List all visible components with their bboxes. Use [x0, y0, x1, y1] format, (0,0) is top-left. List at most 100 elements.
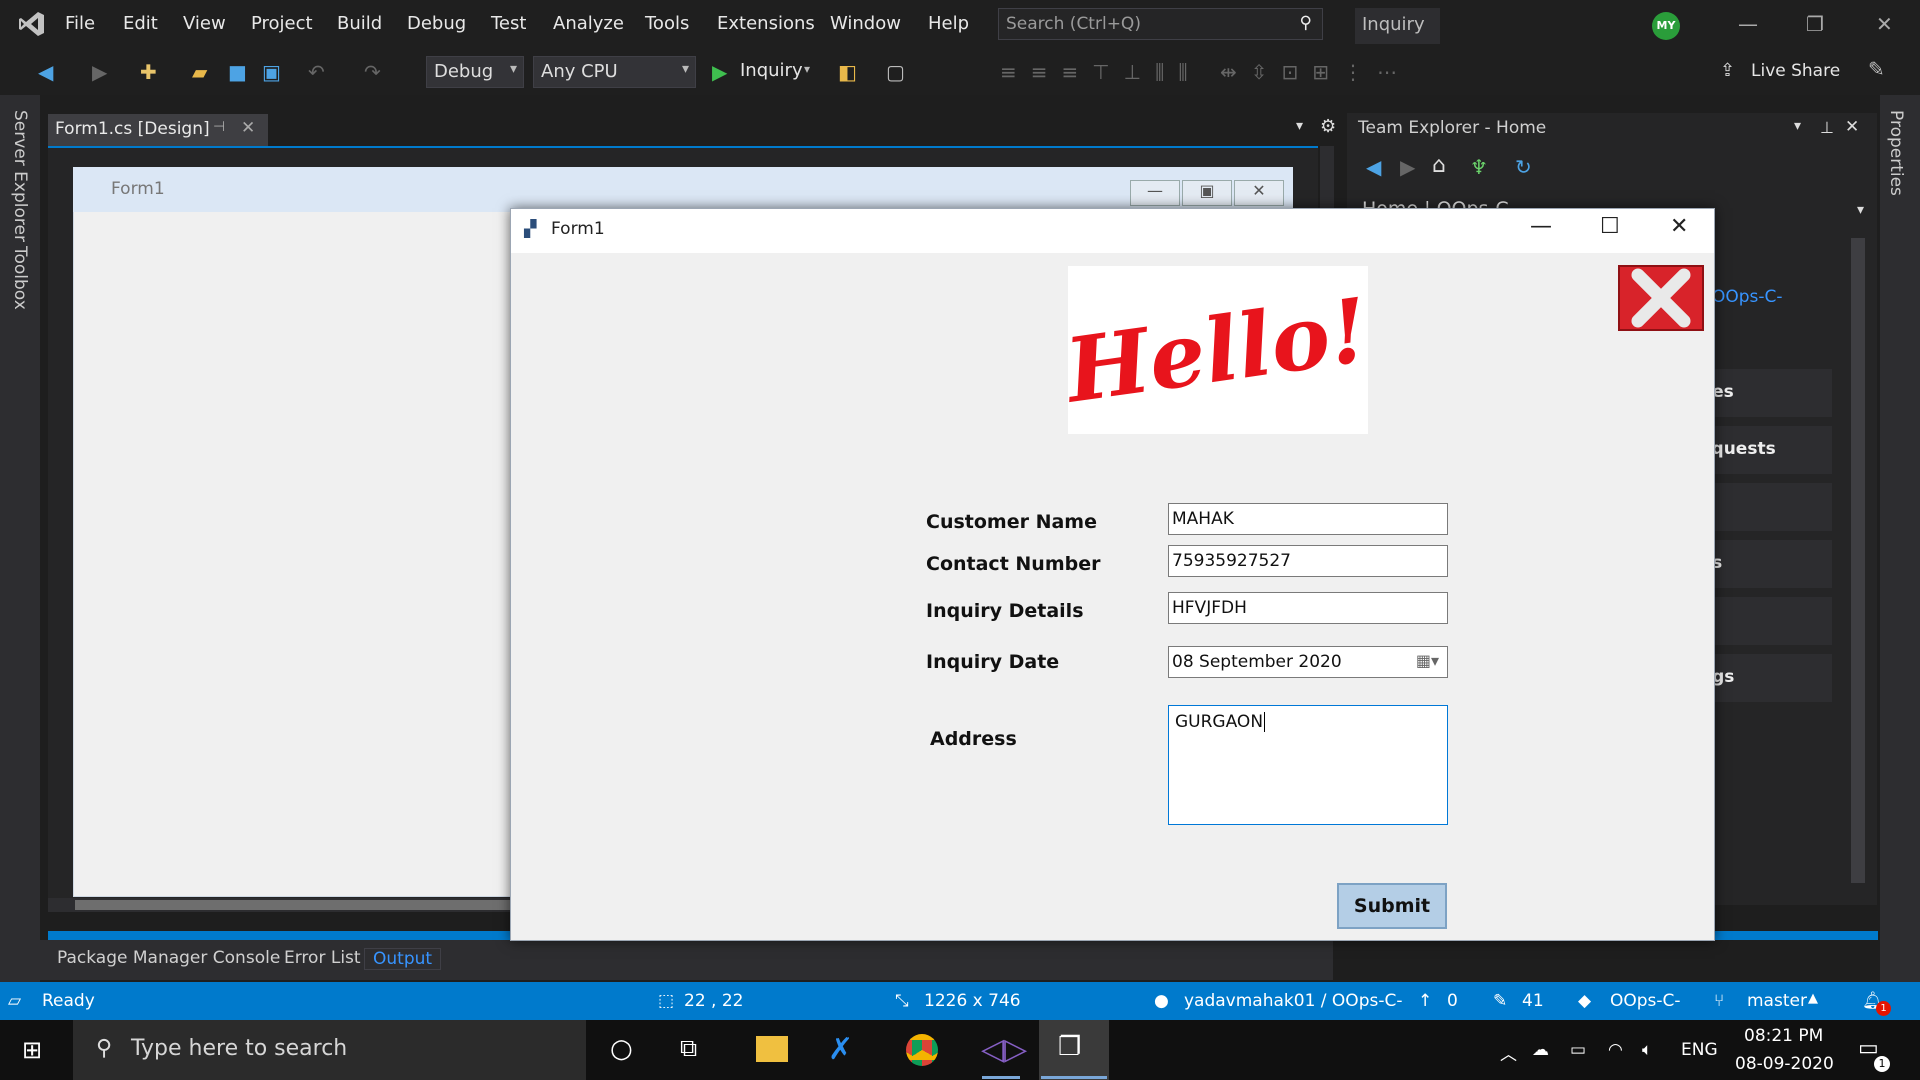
- panel-pin-icon[interactable]: ⊥: [1820, 118, 1834, 137]
- properties-tab[interactable]: Properties: [1886, 110, 1906, 196]
- file-explorer-icon[interactable]: [756, 1036, 788, 1062]
- tab-output[interactable]: Output: [364, 948, 442, 970]
- onedrive-icon[interactable]: ☁: [1532, 1040, 1549, 1060]
- te-item-blank-2[interactable]: [1700, 597, 1832, 645]
- inquiry-details-field[interactable]: HFVJFDH: [1168, 592, 1448, 624]
- inquiry-date-picker[interactable]: 08 September 2020 ▦▾: [1168, 646, 1448, 678]
- taskbar-search[interactable]: Type here to search: [73, 1020, 586, 1080]
- panel-close-icon[interactable]: ✕: [1845, 117, 1859, 137]
- save-all-icon[interactable]: ▣: [262, 60, 281, 84]
- status-changes-count[interactable]: 41: [1522, 991, 1544, 1011]
- form1-maximize-icon[interactable]: ☐: [1600, 214, 1620, 239]
- avatar[interactable]: MY: [1652, 12, 1680, 40]
- task-view-icon[interactable]: ⧉: [680, 1034, 697, 1062]
- redo-icon[interactable]: ↷: [364, 60, 381, 84]
- browser-link-icon[interactable]: ◧: [838, 60, 857, 84]
- layout-align-icons: ≡≡≡⊤⊥⫼⫼: [1000, 60, 1202, 84]
- run-icon[interactable]: ▶: [712, 60, 727, 84]
- menu-build[interactable]: Build: [337, 13, 382, 34]
- menu-debug[interactable]: Debug: [407, 13, 466, 34]
- server-explorer-tab[interactable]: Server Explorer: [10, 110, 30, 242]
- status-branch[interactable]: master: [1747, 991, 1807, 1011]
- save-icon[interactable]: ■: [228, 60, 247, 84]
- menu-help[interactable]: Help: [928, 13, 969, 34]
- open-folder-icon[interactable]: ▰: [192, 60, 207, 84]
- menu-view[interactable]: View: [183, 13, 226, 34]
- menu-file[interactable]: File: [65, 13, 95, 34]
- tray-chevron-icon[interactable]: ︿: [1500, 1040, 1517, 1065]
- run-dropdown-icon[interactable]: ▾: [804, 62, 810, 76]
- new-project-icon[interactable]: ✚: [140, 60, 157, 84]
- menu-project[interactable]: Project: [251, 13, 313, 34]
- tab-form1-design[interactable]: Form1.cs [Design] ⊣ ✕: [48, 114, 268, 146]
- menu-extensions[interactable]: Extensions: [717, 13, 815, 34]
- customer-name-field[interactable]: MAHAK: [1168, 503, 1448, 535]
- te-sync-item[interactable]: ns: [1700, 540, 1832, 588]
- scroll-thumb[interactable]: [75, 900, 525, 910]
- restore-icon[interactable]: ❐: [1806, 12, 1824, 36]
- screenshot-icon[interactable]: ▢: [886, 60, 905, 84]
- live-share-icon[interactable]: ⇪: [1720, 60, 1735, 81]
- status-repo[interactable]: yadavmahak01 / OOps-C-: [1184, 991, 1402, 1011]
- menu-tools[interactable]: Tools: [645, 13, 689, 34]
- te-pull-requests-item[interactable]: equests: [1700, 426, 1832, 474]
- menu-analyze[interactable]: Analyze: [553, 13, 624, 34]
- address-textarea[interactable]: GURGAON: [1168, 705, 1448, 825]
- te-settings-item[interactable]: ngs: [1700, 654, 1832, 702]
- live-share-button[interactable]: Live Share: [1751, 61, 1840, 81]
- calendar-dropdown-icon[interactable]: ▦▾: [1416, 651, 1439, 670]
- language-indicator[interactable]: ENG: [1681, 1040, 1718, 1060]
- forward-icon[interactable]: ▶: [92, 60, 107, 84]
- toolbox-tab[interactable]: Toolbox: [10, 246, 30, 310]
- back-icon[interactable]: ◀: [38, 60, 53, 84]
- cortana-icon[interactable]: ○: [610, 1034, 633, 1064]
- te-forward-icon[interactable]: ▶: [1400, 155, 1415, 179]
- clock-date[interactable]: 08-09-2020: [1735, 1054, 1834, 1074]
- status-push-count[interactable]: 0: [1447, 991, 1458, 1011]
- form1-minimize-icon[interactable]: —: [1530, 214, 1552, 239]
- platform-select[interactable]: Any CPU: [533, 56, 696, 88]
- te-refresh-icon[interactable]: ↻: [1515, 155, 1532, 179]
- menu-edit[interactable]: Edit: [123, 13, 158, 34]
- tab-error-list[interactable]: Error List: [284, 948, 361, 968]
- settings-gear-icon[interactable]: ⚙: [1320, 116, 1336, 137]
- battery-icon[interactable]: ▭: [1570, 1040, 1586, 1060]
- te-item-blank-1[interactable]: [1700, 483, 1832, 531]
- windows-start-icon[interactable]: ⊞: [22, 1036, 42, 1064]
- branch-up-icon[interactable]: ▲: [1808, 991, 1818, 1006]
- run-button[interactable]: Inquiry: [740, 60, 803, 81]
- menu-window[interactable]: Window: [830, 13, 901, 34]
- visual-studio-taskbar-icon[interactable]: ◁▷: [981, 1032, 1027, 1067]
- panel-dropdown-icon[interactable]: ▾: [1794, 118, 1801, 134]
- vscode-icon[interactable]: ✗: [828, 1032, 853, 1067]
- tab-dropdown-icon[interactable]: ▾: [1296, 118, 1303, 134]
- close-image-button[interactable]: [1618, 265, 1704, 331]
- volume-icon[interactable]: 🔈︎: [1642, 1040, 1652, 1060]
- feedback-icon[interactable]: ✎: [1868, 57, 1885, 81]
- submit-button[interactable]: Submit: [1337, 883, 1447, 929]
- minimize-icon[interactable]: —: [1738, 12, 1758, 36]
- wifi-icon[interactable]: ◠: [1608, 1040, 1623, 1060]
- contact-number-field[interactable]: 75935927527: [1168, 545, 1448, 577]
- status-window-icon: ▱: [8, 991, 22, 1011]
- te-branches-item[interactable]: hes: [1700, 369, 1832, 417]
- clock-time[interactable]: 08:21 PM: [1744, 1026, 1823, 1046]
- pin-icon[interactable]: ⊣: [213, 119, 225, 135]
- close-icon[interactable]: ✕: [1876, 12, 1893, 36]
- tab-package-manager-console[interactable]: Package Manager Console: [57, 948, 280, 968]
- te-scrollbar[interactable]: [1851, 238, 1865, 883]
- tab-close-icon[interactable]: ✕: [241, 118, 255, 138]
- visual-studio-logo-icon[interactable]: [18, 10, 46, 38]
- te-header-dropdown-icon[interactable]: ▾: [1857, 202, 1864, 218]
- te-back-icon[interactable]: ◀: [1366, 155, 1381, 179]
- te-connect-icon[interactable]: ♆: [1470, 155, 1488, 179]
- undo-icon[interactable]: ↶: [308, 60, 325, 84]
- te-repo-link[interactable]: OOps-C-: [1712, 287, 1783, 307]
- chrome-icon[interactable]: [906, 1034, 938, 1066]
- status-project[interactable]: OOps-C-: [1610, 991, 1681, 1011]
- te-home-icon[interactable]: ⌂: [1432, 153, 1446, 178]
- menu-test[interactable]: Test: [491, 13, 526, 34]
- search-box[interactable]: Search (Ctrl+Q) ⚲: [998, 8, 1323, 40]
- form1-close-icon[interactable]: ✕: [1670, 214, 1688, 239]
- configuration-select[interactable]: Debug: [426, 56, 524, 88]
